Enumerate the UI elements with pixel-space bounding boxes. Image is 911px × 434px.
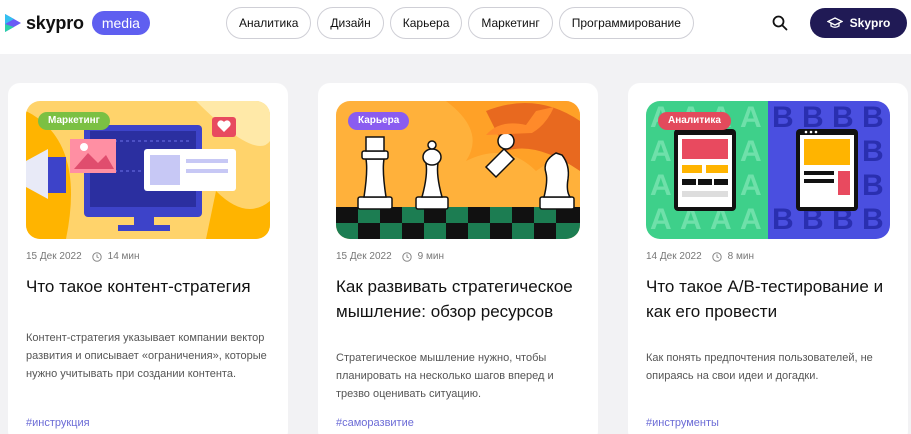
article-card[interactable]: Карьера 15 Дек 2022 9 мин Как развивать … [318, 83, 598, 434]
article-title[interactable]: Что такое контент-стратегия [26, 274, 276, 299]
skypro-button-label: Skypro [849, 16, 891, 30]
svg-text:B: B [862, 101, 884, 134]
read-time: 8 мин [727, 251, 754, 262]
category-tag[interactable]: Маркетинг [38, 112, 110, 130]
logo-text: skypro [26, 12, 84, 33]
media-badge: media [91, 11, 150, 35]
article-date: 15 Дек 2022 [336, 251, 392, 262]
article-date: 15 Дек 2022 [26, 251, 82, 262]
svg-text:A: A [740, 169, 762, 202]
svg-text:A: A [740, 203, 762, 236]
svg-text:A: A [740, 135, 762, 168]
read-time: 14 мин [107, 251, 140, 262]
svg-text:B: B [772, 203, 794, 236]
article-hashtag[interactable]: #инструкция [26, 417, 90, 429]
svg-text:B: B [862, 203, 884, 236]
clock-icon [711, 251, 722, 262]
clock-icon [401, 251, 412, 262]
search-icon[interactable] [772, 15, 788, 31]
nav-analytics[interactable]: Аналитика [226, 7, 312, 39]
svg-text:B: B [862, 135, 884, 168]
nav-marketing[interactable]: Маркетинг [468, 7, 553, 39]
article-meta: 15 Дек 2022 14 мин [26, 251, 140, 262]
category-tag[interactable]: Карьера [348, 112, 410, 130]
read-time: 9 мин [417, 251, 444, 262]
site-header: skypro media Аналитика Дизайн Карьера Ма… [0, 0, 911, 54]
article-description: Контент-стратегия указывает компании век… [26, 332, 267, 380]
article-description: Стратегическое мышление нужно, чтобы пла… [336, 352, 554, 400]
clock-icon [91, 251, 102, 262]
nav-design[interactable]: Дизайн [317, 7, 384, 39]
article-date: 14 Дек 2022 [646, 251, 702, 262]
svg-text:A: A [650, 169, 672, 202]
category-nav: Аналитика Дизайн Карьера Маркетинг Прогр… [226, 7, 694, 39]
nav-career[interactable]: Карьера [389, 7, 463, 39]
skypro-logo[interactable]: skypro media [5, 11, 150, 35]
graduation-cap-icon [826, 17, 843, 28]
category-tag[interactable]: Аналитика [658, 112, 731, 130]
skypro-button[interactable]: Skypro [810, 8, 907, 38]
article-card[interactable]: A A A A A A A A A A A A B B B B B B B [628, 83, 908, 434]
skypro-logo-icon [5, 14, 21, 32]
article-hashtag[interactable]: #инструменты [646, 417, 719, 429]
article-title[interactable]: Что такое A/B-тестирование и как его про… [646, 274, 896, 324]
article-illustration: Маркетинг [26, 101, 270, 239]
article-hashtag[interactable]: #саморазвитие [336, 417, 414, 429]
nav-programming[interactable]: Программирование [558, 7, 694, 39]
svg-text:A: A [650, 203, 672, 236]
svg-text:A: A [650, 135, 672, 168]
article-title[interactable]: Как развивать стратегическое мышление: о… [336, 274, 586, 324]
svg-text:A: A [740, 101, 762, 134]
article-meta: 15 Дек 2022 9 мин [336, 251, 444, 262]
svg-text:B: B [772, 101, 794, 134]
article-illustration: A A A A A A A A A A A A B B B B B B B [646, 101, 890, 239]
svg-text:B: B [862, 169, 884, 202]
article-description: Как понять предпочтения пользователей, н… [646, 352, 873, 382]
article-card[interactable]: Маркетинг 15 Дек 2022 14 мин Что такое к… [8, 83, 288, 434]
article-meta: 14 Дек 2022 8 мин [646, 251, 754, 262]
article-illustration: Карьера [336, 101, 580, 239]
